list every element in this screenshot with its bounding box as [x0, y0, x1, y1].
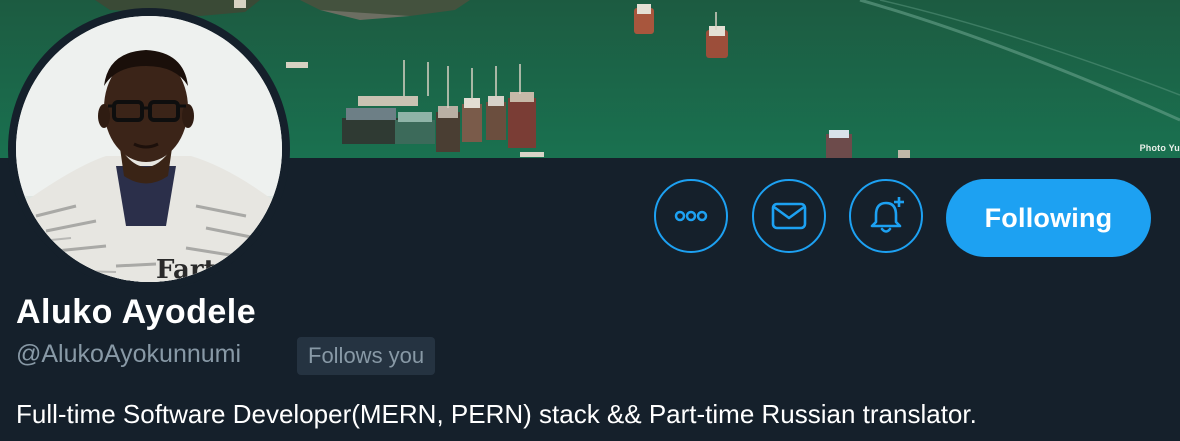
bell-plus-icon — [870, 197, 904, 233]
avatar-photo: Fartu — [16, 16, 282, 282]
follows-you-badge: Follows you — [297, 337, 436, 375]
avatar-image: Fartu — [16, 16, 282, 282]
message-button[interactable] — [752, 179, 826, 253]
more-options-button[interactable] — [654, 179, 728, 253]
photo-credit: Photo Yu — [1139, 143, 1180, 153]
avatar[interactable]: Fartu — [8, 8, 290, 290]
avatar-shirt-text: Fartu — [156, 255, 235, 282]
profile-bio: Full-time Software Developer(MERN, PERN)… — [16, 399, 977, 429]
following-button[interactable]: Following — [946, 179, 1151, 257]
notify-button[interactable] — [849, 179, 923, 253]
more-horizontal-icon — [674, 210, 708, 222]
profile-header: Photo Yu Fartu Following Aluko Ayodele @… — [0, 0, 1180, 441]
user-handle: @AlukoAyokunnumi — [16, 340, 242, 368]
envelope-icon — [771, 202, 807, 230]
display-name: Aluko Ayodele — [16, 293, 257, 331]
